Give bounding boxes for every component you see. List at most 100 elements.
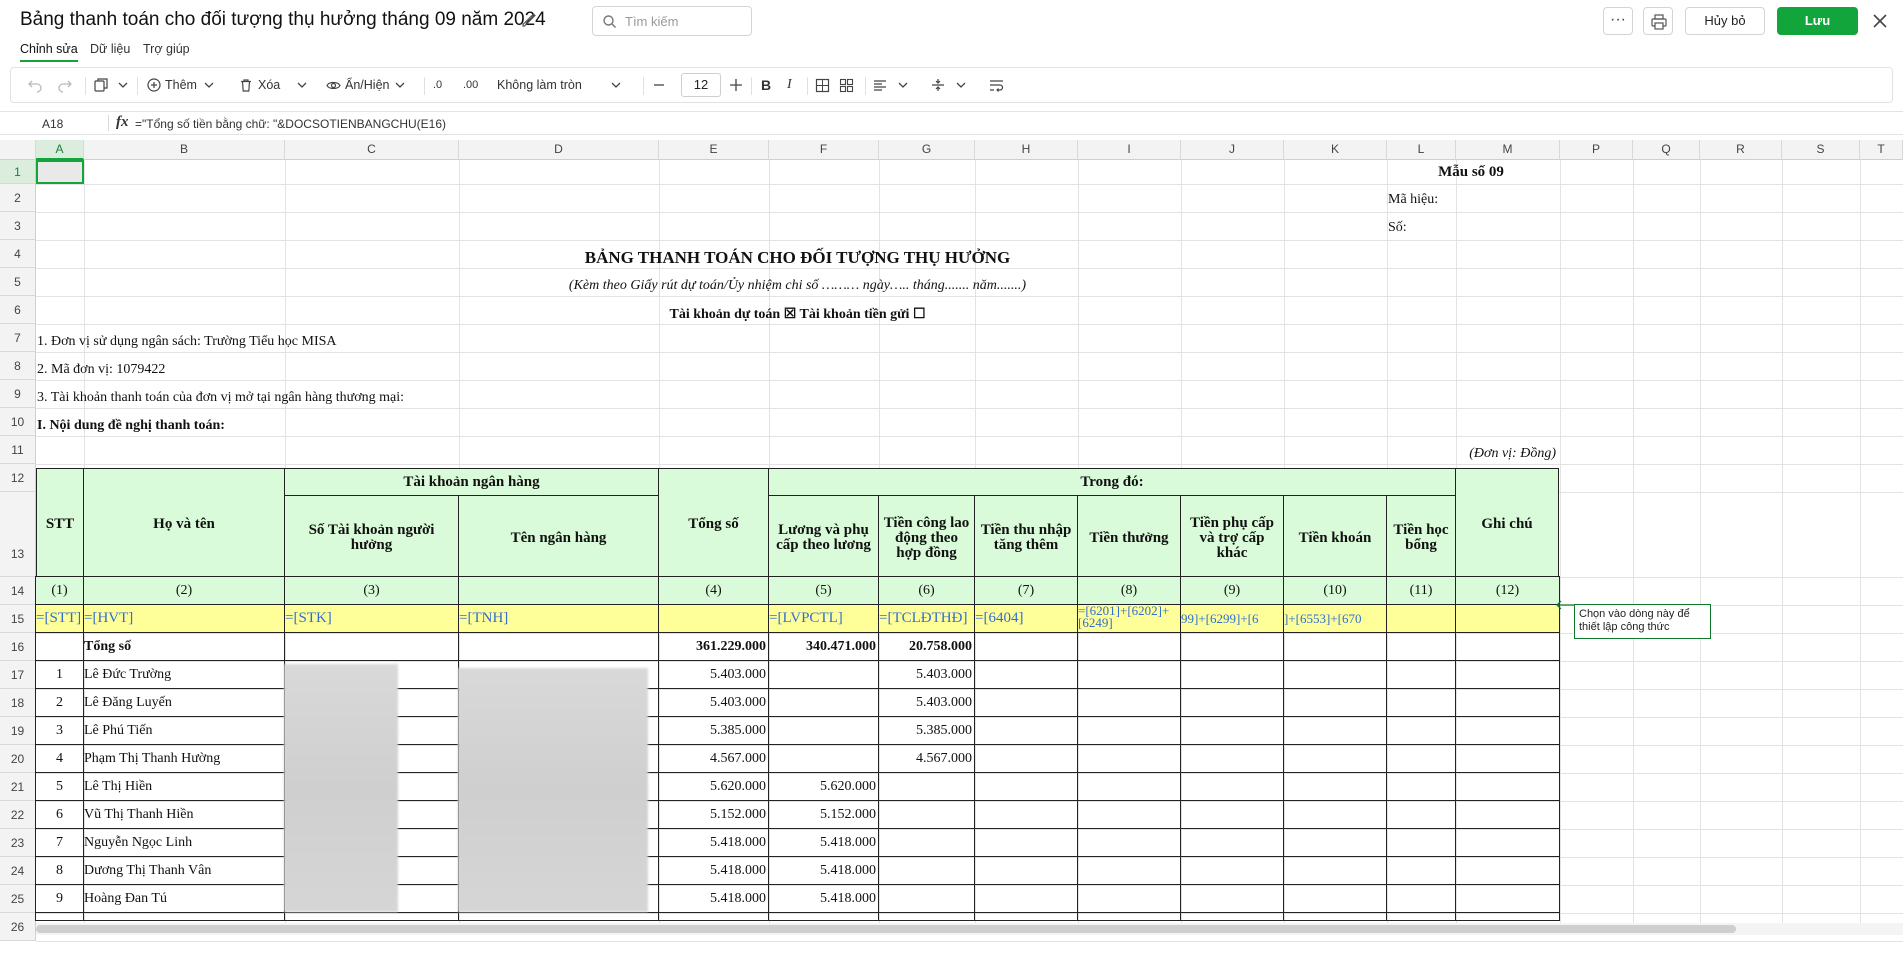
row-number[interactable]: 9 (35, 884, 84, 913)
formula-row-cell[interactable]: =[STK] (284, 604, 459, 633)
select-all-corner[interactable] (0, 140, 36, 160)
formula-row-cell[interactable]: =[STT] (35, 604, 84, 633)
table-cell[interactable] (974, 688, 1078, 717)
table-cell[interactable] (1283, 884, 1387, 913)
borders-button[interactable] (815, 68, 830, 102)
row-number[interactable]: 3 (35, 716, 84, 745)
table-cell[interactable] (768, 716, 879, 745)
table-cell[interactable] (974, 660, 1078, 689)
formula-row-cell[interactable]: =[TNH] (458, 604, 659, 633)
table-cell[interactable] (1180, 716, 1284, 745)
table-cell[interactable] (1077, 772, 1181, 801)
row-number[interactable]: 7 (35, 828, 84, 857)
table-cell[interactable] (1283, 800, 1387, 829)
table-cell[interactable] (1180, 772, 1284, 801)
italic-button[interactable]: I (787, 68, 792, 102)
employee-name[interactable]: Lê Phú Tiến (83, 716, 285, 745)
undo-button[interactable] (27, 68, 43, 102)
wrap-text-button[interactable] (989, 68, 1004, 102)
column-header-E[interactable]: E (659, 140, 769, 160)
formula-row-cell[interactable]: =[6201]+[6202]+[6249] (1077, 604, 1181, 633)
table-cell[interactable] (1180, 884, 1284, 913)
table-cell[interactable] (1283, 828, 1387, 857)
row-header-20[interactable]: 20 (0, 745, 36, 773)
table-cell[interactable] (974, 828, 1078, 857)
cancel-button[interactable]: Hủy bỏ (1685, 7, 1765, 35)
employee-name[interactable]: Lê Đức Trường (83, 660, 285, 689)
row-header-11[interactable]: 11 (0, 436, 36, 464)
delete-button[interactable]: Xóa (239, 68, 308, 102)
table-cell[interactable] (1180, 744, 1284, 773)
table-cell[interactable]: 5.418.000 (768, 884, 879, 913)
horizontal-scrollbar-thumb[interactable] (36, 925, 1736, 933)
table-cell[interactable]: 5.403.000 (878, 688, 975, 717)
increase-decimal-button[interactable]: .00 (463, 68, 478, 102)
row-header-10[interactable]: 10 (0, 408, 36, 436)
column-header-A[interactable]: A (36, 140, 84, 160)
row-header-4[interactable]: 4 (0, 240, 36, 268)
table-cell[interactable] (1455, 800, 1560, 829)
table-cell[interactable]: 5.152.000 (768, 800, 879, 829)
table-cell[interactable] (878, 800, 975, 829)
print-button[interactable] (1643, 7, 1673, 35)
formula-row-cell[interactable]: =[HVT] (83, 604, 285, 633)
table-cell[interactable]: 5.418.000 (768, 828, 879, 857)
formula-row-cell[interactable]: 99]+[6299]+[6 (1180, 604, 1284, 633)
table-cell[interactable] (974, 856, 1078, 885)
table-cell[interactable] (1386, 744, 1456, 773)
tab-help[interactable]: Trợ giúp (143, 42, 190, 56)
add-button[interactable]: Thêm (147, 68, 215, 102)
table-cell[interactable] (974, 744, 1078, 773)
tab-edit[interactable]: Chỉnh sửa (20, 42, 78, 56)
table-cell[interactable] (1455, 688, 1560, 717)
column-header-K[interactable]: K (1284, 140, 1387, 160)
column-header-D[interactable]: D (459, 140, 659, 160)
table-cell[interactable] (1386, 772, 1456, 801)
table-cell[interactable] (1386, 856, 1456, 885)
row-header-12[interactable]: 12 (0, 464, 36, 492)
table-cell[interactable] (1283, 660, 1387, 689)
table-cell[interactable] (1386, 828, 1456, 857)
formula-row-cell[interactable]: ]+[6553]+[670 (1283, 604, 1387, 633)
row-header-19[interactable]: 19 (0, 717, 36, 745)
column-header-J[interactable]: J (1181, 140, 1284, 160)
table-cell[interactable] (1180, 856, 1284, 885)
table-cell[interactable] (768, 660, 879, 689)
table-cell[interactable] (1283, 688, 1387, 717)
save-button[interactable]: Lưu (1777, 7, 1858, 35)
copy-dropdown[interactable] (117, 68, 129, 102)
table-cell[interactable]: 5.418.000 (658, 828, 769, 857)
row-header-7[interactable]: 7 (0, 324, 36, 352)
table-cell[interactable]: 5.152.000 (658, 800, 769, 829)
row-header-15[interactable]: 15 (0, 605, 36, 633)
table-cell[interactable] (878, 884, 975, 913)
row-header-23[interactable]: 23 (0, 829, 36, 857)
table-cell[interactable]: 5.418.000 (768, 856, 879, 885)
table-cell[interactable] (1283, 744, 1387, 773)
table-cell[interactable] (1455, 828, 1560, 857)
table-cell[interactable] (1455, 660, 1560, 689)
table-cell[interactable] (1077, 800, 1181, 829)
merge-cells-button[interactable] (839, 68, 854, 102)
employee-name[interactable]: Lê Thị Hiền (83, 772, 285, 801)
employee-name[interactable]: Nguyễn Ngọc Linh (83, 828, 285, 857)
column-header-F[interactable]: F (769, 140, 879, 160)
table-cell[interactable] (1077, 660, 1181, 689)
table-cell[interactable] (1283, 856, 1387, 885)
table-cell[interactable] (1386, 800, 1456, 829)
column-header-T[interactable]: T (1860, 140, 1903, 160)
table-cell[interactable] (1180, 800, 1284, 829)
employee-name[interactable]: Hoàng Đan Tú (83, 884, 285, 913)
column-header-G[interactable]: G (879, 140, 975, 160)
table-cell[interactable] (878, 772, 975, 801)
row-header-26[interactable]: 26 (0, 913, 36, 941)
employee-name[interactable]: Phạm Thị Thanh Hường (83, 744, 285, 773)
row-header-2[interactable]: 2 (0, 184, 36, 212)
table-cell[interactable]: 5.620.000 (658, 772, 769, 801)
column-header-P[interactable]: P (1560, 140, 1633, 160)
table-cell[interactable] (768, 688, 879, 717)
copy-button[interactable] (93, 68, 109, 102)
pencil-icon[interactable] (520, 11, 538, 29)
employee-name[interactable]: Dương Thị Thanh Vân (83, 856, 285, 885)
show-hide-button[interactable]: Ẩn/Hiện (326, 68, 406, 102)
